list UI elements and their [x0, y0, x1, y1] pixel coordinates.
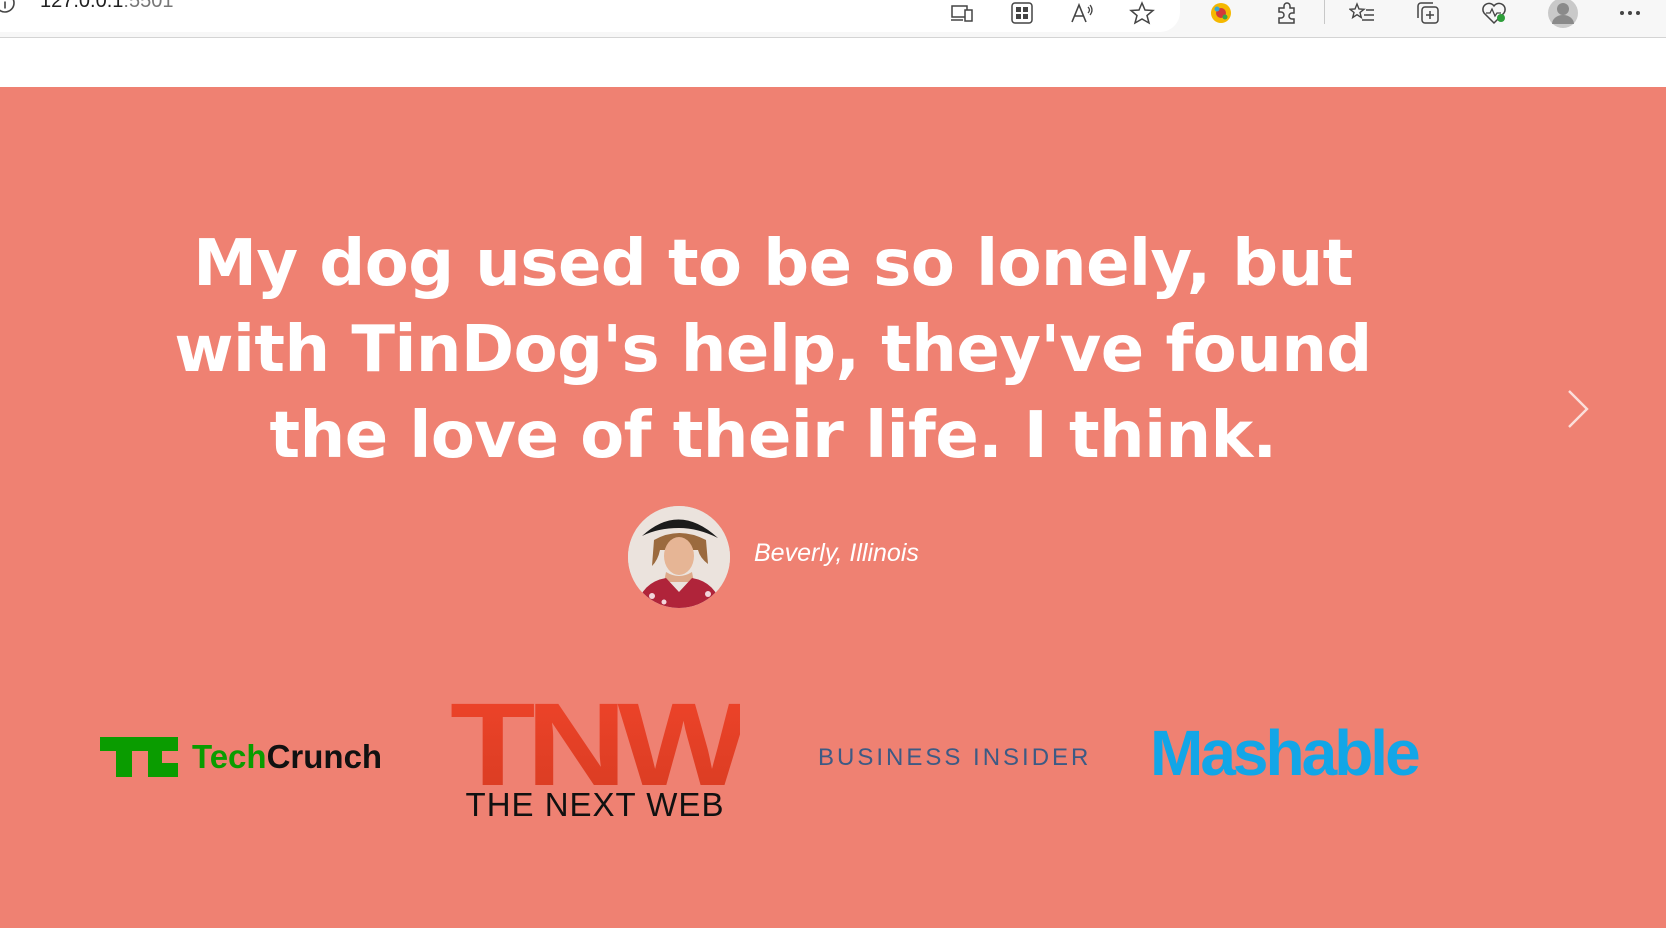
tnw-name: THE NEXT WEB [465, 786, 725, 823]
techcrunch-tech: Tech [192, 738, 267, 775]
tnw-logo: TNW THE NEXT WEB [450, 697, 740, 825]
address-bar[interactable]: 127.0.0.1:5501 [0, 0, 1180, 32]
collections-icon[interactable] [1414, 0, 1442, 26]
profile-avatar-icon[interactable] [1546, 0, 1580, 28]
url-port: :5501 [123, 0, 174, 12]
testimonial-section: My dog used to be so lonely, but with Ti… [0, 87, 1666, 928]
read-aloud-icon[interactable] [1068, 0, 1096, 26]
chevron-right-icon[interactable] [1560, 385, 1594, 433]
toolbar-separator [1324, 0, 1325, 24]
extensions-puzzle-icon[interactable] [1273, 0, 1301, 26]
techcrunch-wordmark: TechCrunch [192, 739, 382, 775]
page-navbar [0, 38, 1666, 87]
author-avatar [628, 506, 730, 608]
mashable-logo: Mashable [1150, 717, 1421, 789]
more-menu-icon[interactable] [1616, 0, 1644, 26]
extension-colorful-icon[interactable] [1207, 0, 1235, 26]
tnw-letters: TNW [450, 697, 740, 789]
favorites-list-icon[interactable] [1348, 0, 1376, 26]
tnw-letters-text: TNW [450, 697, 740, 789]
apps-grid-icon[interactable] [1008, 0, 1036, 26]
techcrunch-logo: TechCrunch [100, 733, 390, 781]
url-text[interactable]: 127.0.0.1:5501 [40, 0, 173, 14]
techcrunch-crunch: Crunch [266, 738, 383, 775]
techcrunch-tc-mark [100, 737, 178, 777]
favorite-star-icon[interactable] [1128, 0, 1156, 26]
business-insider-logo: BUSINESS INSIDER [818, 744, 1092, 771]
url-host: 127.0.0.1 [40, 0, 124, 12]
device-screen-icon[interactable] [948, 0, 976, 26]
testimonial-author: Beverly, Illinois [754, 539, 919, 567]
browser-toolbar: 127.0.0.1:5501 [0, 0, 1666, 38]
browser-essentials-icon[interactable] [1480, 0, 1508, 26]
site-info-icon[interactable] [0, 0, 16, 14]
testimonial-quote: My dog used to be so lonely, but with Ti… [174, 227, 1372, 473]
